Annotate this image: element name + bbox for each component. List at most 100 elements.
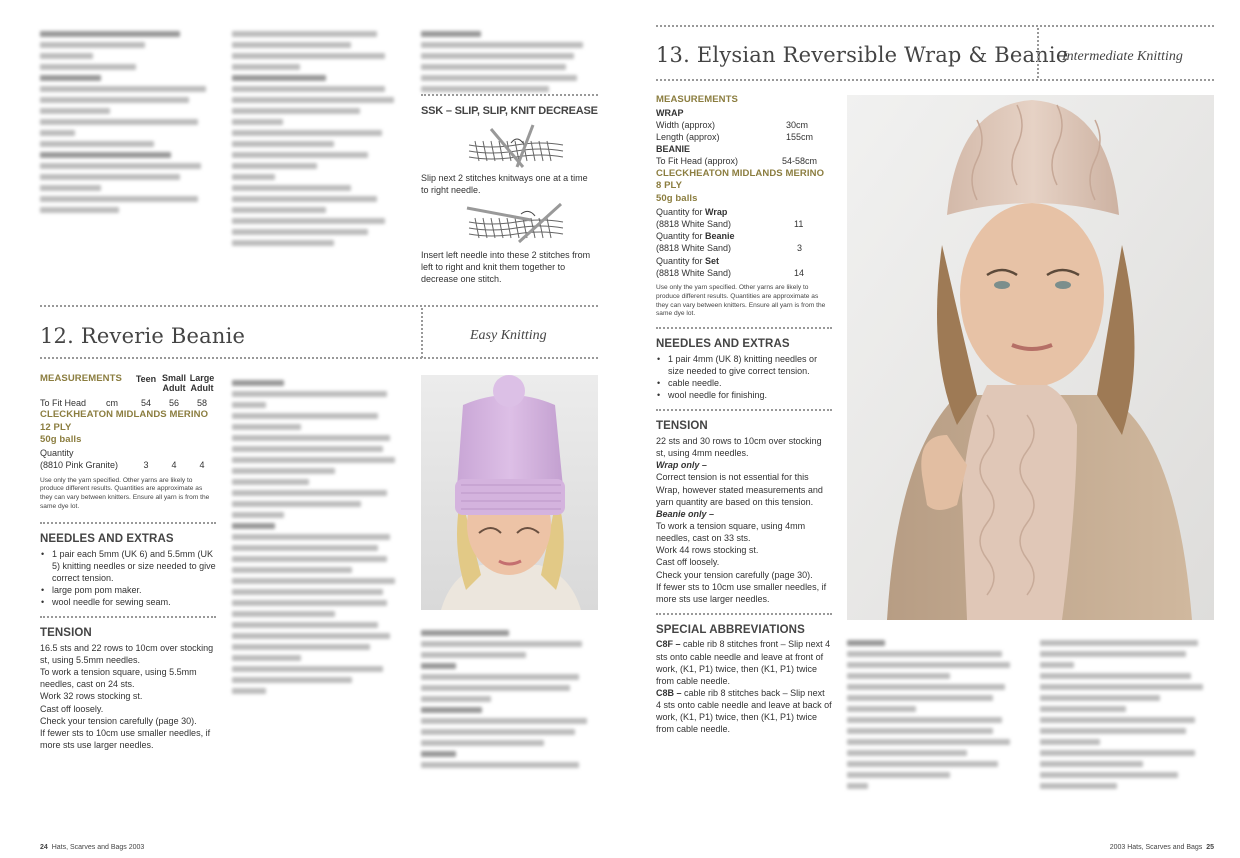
beanie12-tension-6: If fewer sts to 10cm use smaller needles… (40, 727, 211, 750)
blurred-text-col-1 (40, 26, 215, 218)
beanie12-rule-needles (40, 522, 216, 525)
blurred-text-col-2 (232, 26, 402, 251)
beanie12-fit-small: 56 (168, 397, 179, 408)
wrap13-beanie-only-2: Work 44 rows stocking st. (656, 545, 759, 556)
wrap13-skill-level: Intermediate Knitting (1062, 49, 1183, 64)
beanie12-size-teen: Teen (135, 374, 157, 384)
wrap13-beanie-only-4: Check your tension carefully (page 30). (656, 569, 813, 580)
wrap13-yarn-name: CLECKHEATON MIDLANDS MERINO 8 PLY (656, 167, 825, 192)
beanie12-quantity-label: Quantity (40, 448, 74, 459)
wrap13-length-row: Length (approx) 155cm (656, 131, 832, 143)
elysian-wrap-photo (847, 95, 1214, 620)
left-page-number: 24 (40, 844, 48, 851)
wrap13-wrap-only-text: Correct tension is not essential for thi… (656, 472, 823, 507)
wrap13-colour-label: (8818 White Sand) (656, 219, 732, 230)
wrap13-beanie-only-label: Beanie only – (656, 508, 715, 519)
wrap13-qty-wrap-row: (8818 White Sand) 11 (656, 218, 832, 230)
beanie12-quantity-row: (8810 Pink Granite) 3 4 4 (40, 459, 216, 471)
beanie12-title-divider (421, 308, 423, 358)
wrap13-abbrev-c8b: C8B – cable rib 8 stitches back – Slip n… (656, 687, 832, 736)
beanie12-colour-label: (8810 Pink Granite) (40, 460, 119, 471)
wrap13-qty-wrap-word: Wrap (705, 206, 728, 217)
wrap13-fit-label: To Fit Head (approx) (656, 156, 739, 167)
wrap13-qty-set-value: 14 (794, 267, 805, 278)
beanie12-details: MEASUREMENTS Teen Small Adult Large Adul… (40, 373, 216, 751)
ssk-illustration-1 (468, 124, 564, 168)
right-footer-title: 2003 Hats, Scarves and Bags (1109, 844, 1203, 851)
wrap13-yarn-note: Use only the yarn specified. Other yarns… (656, 283, 826, 318)
left-page-footer: 24 Hats, Scarves and Bags 2003 (40, 843, 144, 852)
list-item: cable needle. (656, 377, 832, 389)
wrap13-qty-prefix: Quantity for (656, 255, 703, 266)
wrap13-tension-intro: 22 sts and 30 rows to 10cm over stocking… (656, 435, 822, 459)
beanie12-yarn-unit: 50g balls (40, 434, 82, 446)
beanie12-fit-label: To Fit Head (40, 397, 87, 408)
wrap13-c8f-code: C8F – (656, 639, 681, 650)
wrap13-width-value: 30cm (786, 119, 809, 130)
wrap13-c8f-text: cable rib 8 stitches front – Slip next 4… (656, 639, 831, 686)
beanie12-qty-large: 4 (199, 460, 205, 471)
wrap13-bottom-rule (656, 79, 1214, 81)
wrap13-colour-label: (8818 White Sand) (656, 267, 732, 278)
beanie12-tension-4: Cast off loosely. (40, 703, 104, 714)
wrap13-qty-beanie-value: 3 (797, 243, 803, 254)
wrap13-beanie-only-3: Cast off loosely. (656, 557, 720, 568)
wrap13-wrap-only-label: Wrap only – (656, 460, 707, 471)
wrap13-needles-list: 1 pair 4mm (UK 8) knitting needles or si… (656, 353, 832, 402)
wrap13-measurements-label: MEASUREMENTS (656, 94, 738, 105)
wrap13-length-value: 155cm (786, 132, 814, 143)
wrap13-title-divider (1037, 28, 1039, 78)
beanie12-measure-header: MEASUREMENTS Teen Small Adult Large Adul… (40, 373, 216, 394)
right-page-footer: 2003 Hats, Scarves and Bags 25 (1110, 843, 1214, 852)
beanie12-skill-level: Easy Knitting (470, 328, 547, 343)
ssk-heading: SSK – SLIP, SLIP, KNIT DECREASE (421, 105, 598, 117)
wrap13-qty-set-row: (8818 White Sand) 14 (656, 267, 832, 279)
list-item: wool needle for sewing seam. (40, 596, 216, 608)
wrap13-top-rule (656, 25, 1214, 27)
beanie12-yarn-name: CLECKHEATON MIDLANDS MERINO 12 PLY (40, 408, 209, 433)
wrap13-fit-row: To Fit Head (approx) 54-58cm (656, 155, 832, 167)
beanie12-fit-large: 58 (196, 397, 207, 408)
wrap13-beanie-only-1: To work a tension square, using 4mm need… (656, 520, 806, 544)
wrap13-colour-label: (8818 White Sand) (656, 243, 732, 254)
reverie-beanie-photo (421, 375, 598, 610)
list-item: 1 pair 4mm (UK 8) knitting needles or si… (656, 353, 832, 377)
list-item: wool needle for finishing. (656, 389, 832, 401)
beanie12-tension-heading: TENSION (40, 627, 92, 640)
wrap13-qty-set-label: Quantity for Set (656, 255, 832, 267)
beanie12-tension-2: To work a tension square, using 5.5mm ne… (40, 667, 197, 690)
wrap13-c8b-code: C8B – (656, 688, 682, 698)
wrap13-abbrev-heading: SPECIAL ABBREVIATIONS (656, 623, 805, 636)
wrap13-qty-prefix: Quantity for (656, 206, 703, 217)
wrap13-abbrev-c8f: C8F – cable rib 8 stitches front – Slip … (656, 638, 832, 687)
ssk-step-1: Slip next 2 stitches knitways one at a t… (421, 172, 588, 195)
blurred-text-col-7 (1040, 635, 1212, 794)
wrap13-length-label: Length (approx) (656, 132, 720, 143)
beanie12-fit-row: To Fit Head cm 54 56 58 (40, 397, 216, 409)
wrap13-qty-beanie-row: (8818 White Sand) 3 (656, 242, 832, 254)
wrap13-details: MEASUREMENTS WRAP Width (approx) 30cm Le… (656, 94, 832, 736)
blurred-text-col-6 (847, 635, 1019, 794)
wrap13-needles-heading: NEEDLES AND EXTRAS (656, 338, 790, 351)
wrap13-qty-prefix: Quantity for (656, 231, 703, 242)
wrap13-fit-value: 54-58cm (782, 156, 818, 167)
list-item: large pom pom maker. (40, 584, 216, 596)
wrap13-width-label: Width (approx) (656, 119, 716, 130)
wrap13-qty-beanie-word: Beanie (705, 231, 735, 242)
beanie12-tension-5: Check your tension carefully (page 30). (40, 715, 197, 726)
wrap13-qty-beanie-label: Quantity for Beanie (656, 230, 832, 242)
ssk-illustration-2 (466, 203, 564, 244)
beanie12-title: 12. Reverie Beanie (40, 324, 246, 348)
beanie12-qty-small: 4 (171, 460, 177, 471)
blurred-text-col-3 (421, 26, 591, 97)
wrap13-tension-heading: TENSION (656, 420, 708, 433)
wrap13-title: 13. Elysian Reversible Wrap & Beanie (656, 43, 1069, 67)
beanie12-needles-list: 1 pair each 5mm (UK 6) and 5.5mm (UK 5) … (40, 548, 216, 609)
wrap13-rule-needles (656, 327, 832, 330)
beanie12-rule-tension (40, 616, 216, 619)
wrap13-beanie-only-5: If fewer sts to 10cm use smaller needles… (656, 581, 827, 604)
beanie12-measurements-label: MEASUREMENTS (40, 373, 122, 384)
blurred-text-col-5 (421, 625, 596, 773)
beanie12-fit-teen: 54 (140, 397, 151, 408)
beanie12-size-large: Large Adult (189, 373, 215, 394)
